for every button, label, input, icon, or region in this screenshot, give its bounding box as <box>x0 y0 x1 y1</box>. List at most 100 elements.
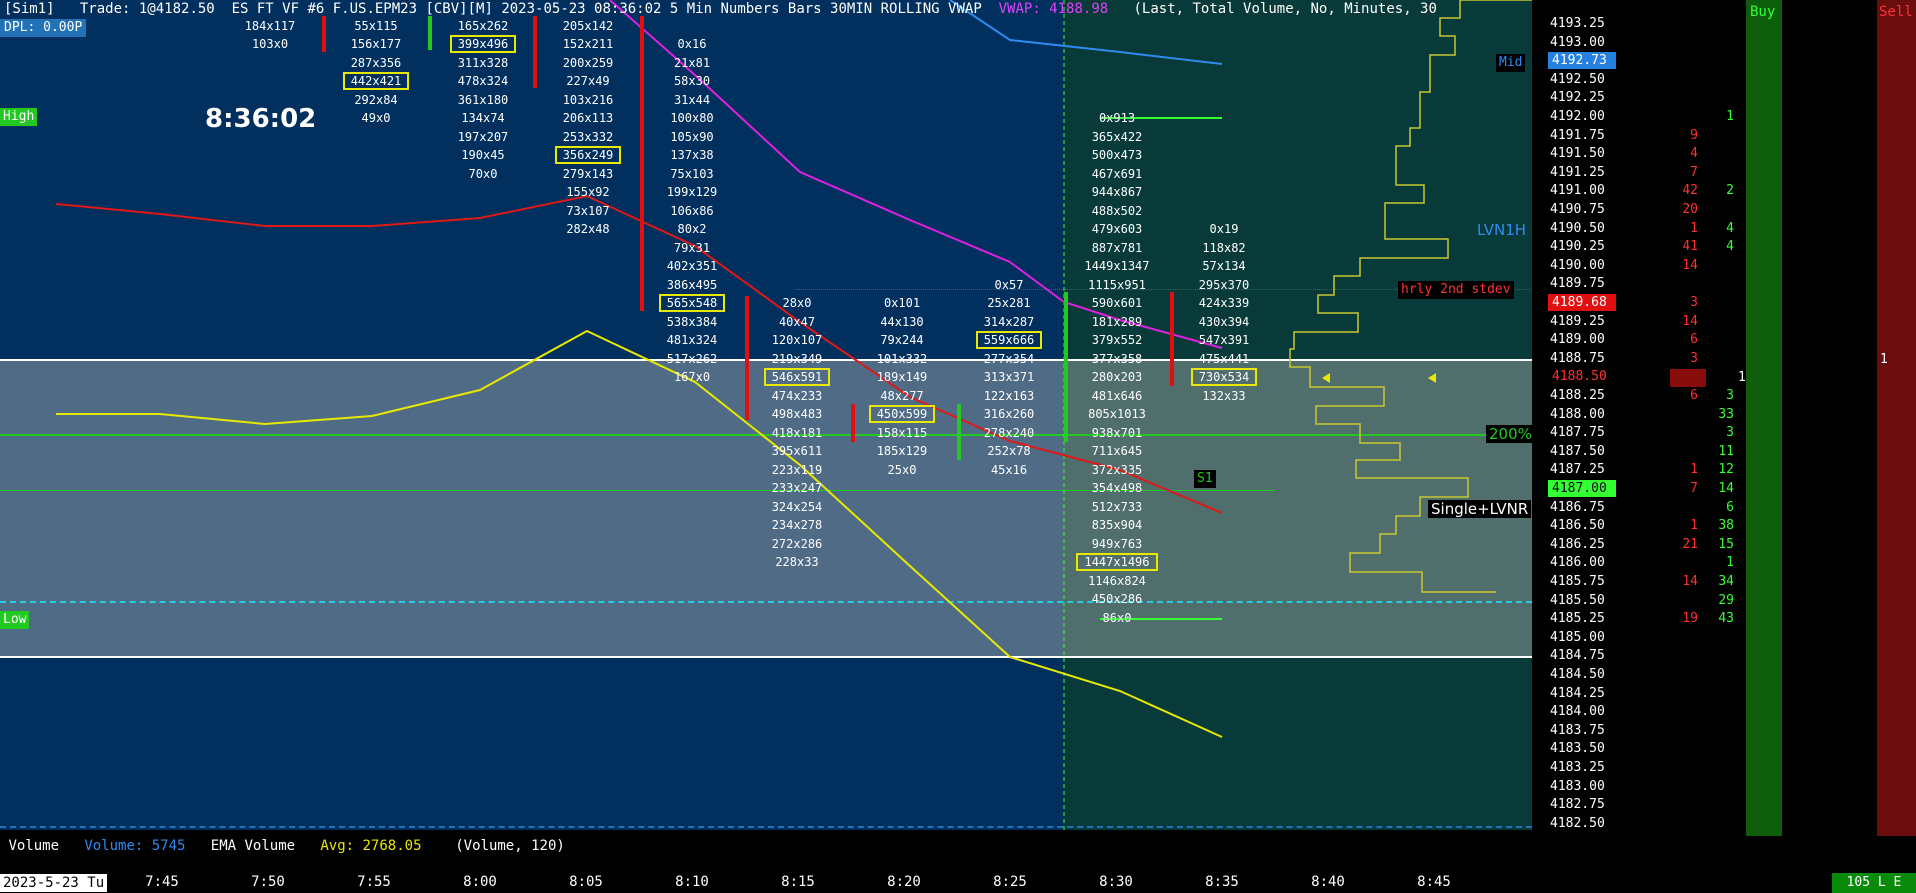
price-tick: 4184.25 <box>1550 685 1605 701</box>
footprint-cell: 234x278 <box>771 518 823 532</box>
footprint-cell: 227x49 <box>566 74 610 88</box>
footprint-cell: 311x328 <box>457 56 509 70</box>
single-lvnr-tag: Single+LVNR <box>1428 500 1532 518</box>
time-tick: 7:50 <box>251 874 285 890</box>
instrument-label: ES FT VF #6 F.US.EPM23 [CBV][M] 2023-05-… <box>231 1 982 17</box>
stdev-tag: hrly 2nd stdev <box>1398 281 1514 299</box>
buy-volume: 14 <box>1718 481 1734 496</box>
footprint-cell: 205x142 <box>562 19 614 33</box>
price-tick: 4185.25 <box>1550 611 1605 627</box>
chart-title-bar: [Sim1] Trade: 1@4182.50 ES FT VF #6 F.US… <box>0 0 1437 19</box>
price-tick: 4184.50 <box>1550 667 1605 682</box>
footprint-cell: 57x134 <box>1202 259 1246 273</box>
price-tick: 4186.25 <box>1550 536 1605 552</box>
sell-volume: 6 <box>1690 332 1698 348</box>
footprint-cell: 49x0 <box>361 111 391 125</box>
bar-marker <box>533 16 537 88</box>
buy-volume: 4 <box>1726 220 1734 236</box>
price-tick: 4190.50 <box>1550 220 1605 236</box>
footprint-cell: 79x31 <box>673 241 711 255</box>
footprint-cell: 200x259 <box>562 56 614 70</box>
time-tick: 8:30 <box>1099 874 1133 890</box>
status-badge[interactable]: 105 L E <box>1832 873 1916 893</box>
sell-column[interactable]: Sell <box>1877 0 1916 836</box>
sell-volume: 9 <box>1690 127 1698 143</box>
sell-volume: 3 <box>1690 295 1698 310</box>
footprint-cell: 949x763 <box>1091 537 1143 551</box>
footprint-cell: 590x601 <box>1091 296 1143 310</box>
time-tick: 8:40 <box>1311 874 1345 890</box>
footprint-cell: 938x701 <box>1091 426 1143 440</box>
footprint-cell: 25x0 <box>887 463 917 477</box>
footprint-cell: 184x117 <box>244 19 296 33</box>
footprint-cell: 314x287 <box>983 315 1035 329</box>
mid-tag: Mid <box>1496 54 1526 72</box>
time-axis[interactable]: 7:45 7:50 7:55 8:00 8:05 8:10 8:15 8:20 8:25 8:30… <box>0 868 1532 893</box>
working-sell-order[interactable]: 1 <box>1880 352 1894 367</box>
sell-highlight-box <box>1670 369 1706 387</box>
price-tick: 4188.75 <box>1550 350 1605 366</box>
s1-tag: S1 <box>1194 470 1216 488</box>
time-tick: 7:55 <box>357 874 391 890</box>
footprint-cell: 206x113 <box>562 111 614 125</box>
footprint-cell: 372x335 <box>1091 463 1143 477</box>
buy-volume: 12 <box>1718 462 1734 478</box>
footprint-cell: 100x80 <box>670 111 714 125</box>
sell-volume: 20 <box>1682 202 1698 217</box>
footprint-cell: 711x645 <box>1091 444 1143 458</box>
footprint-cell: 475x441 <box>1198 352 1250 366</box>
footprint-cell: 292x84 <box>354 93 398 107</box>
footprint-cell: 498x483 <box>771 407 823 421</box>
price-tick: 4191.75 <box>1550 127 1605 143</box>
footprint-cell: 361x180 <box>457 93 509 107</box>
buy-volume: 3 <box>1726 425 1734 441</box>
buy-volume: 1 <box>1726 555 1734 571</box>
footprint-cell: 190x45 <box>461 148 505 162</box>
price-tick: 4184.75 <box>1550 648 1605 664</box>
footprint-cell: 0x16 <box>677 37 707 51</box>
footprint-cell: 354x498 <box>1091 481 1143 495</box>
footprint-cell: 189x149 <box>876 370 928 384</box>
sell-volume: 1 <box>1690 462 1698 478</box>
footprint-cell: 512x733 <box>1091 500 1143 514</box>
footprint-cell: 55x115 <box>354 19 398 33</box>
marker-left <box>1322 373 1330 383</box>
price-axis[interactable]: 4193.254193.004192.754192.504192.254192.… <box>1532 0 1680 840</box>
low-tag: Low <box>0 611 30 629</box>
footprint-cell: 835x904 <box>1091 518 1143 532</box>
footprint-cell: 442x421 <box>331 72 421 90</box>
footprint-cell: 1447x1496 <box>1072 553 1162 571</box>
footprint-cell: 356x249 <box>543 146 633 164</box>
account-label[interactable]: [Sim1] <box>4 1 55 17</box>
footprint-cell: 75x103 <box>670 167 714 181</box>
time-tick: 8:05 <box>569 874 603 890</box>
date-label: 2023-5-23 Tu <box>0 874 108 892</box>
price-tick: 4193.25 <box>1550 16 1605 31</box>
footprint-cell: 365x422 <box>1091 130 1143 144</box>
footprint-cell: 379x552 <box>1091 333 1143 347</box>
footprint-cell: 181x289 <box>1091 315 1143 329</box>
bar-marker <box>957 404 961 460</box>
buy-column[interactable]: Buy <box>1746 0 1782 836</box>
footprint-chart[interactable]: 184x117 103x0 55x115 156x177 287x356 442x421 2… <box>0 0 1532 830</box>
footprint-cell: 156x177 <box>350 37 402 51</box>
footprint-cell: 418x181 <box>771 426 823 440</box>
footprint-cell: 467x691 <box>1091 167 1143 181</box>
sell-volume: 1 <box>1690 518 1698 534</box>
footprint-cell: 278x240 <box>983 426 1035 440</box>
footprint-cell: 120x107 <box>771 333 823 347</box>
price-tick: 4191.50 <box>1550 146 1605 162</box>
footprint-cell: 40x47 <box>778 315 816 329</box>
time-tick: 8:10 <box>675 874 709 890</box>
sell-volume: 41 <box>1682 239 1698 255</box>
footprint-cell: 70x0 <box>468 167 498 181</box>
footprint-cell: 474x233 <box>771 389 823 403</box>
sell-volume: 19 <box>1682 611 1698 627</box>
footprint-cell: 478x324 <box>457 74 509 88</box>
marker-right <box>1428 373 1436 383</box>
working-buy-order[interactable]: 1 <box>1738 370 1752 385</box>
sell-volume: 1 <box>1690 220 1698 236</box>
footprint-cell: 44x130 <box>880 315 924 329</box>
trading-chart-window: 184x117 103x0 55x115 156x177 287x356 442x421 2… <box>0 0 1916 893</box>
footprint-cell: 272x286 <box>771 537 823 551</box>
